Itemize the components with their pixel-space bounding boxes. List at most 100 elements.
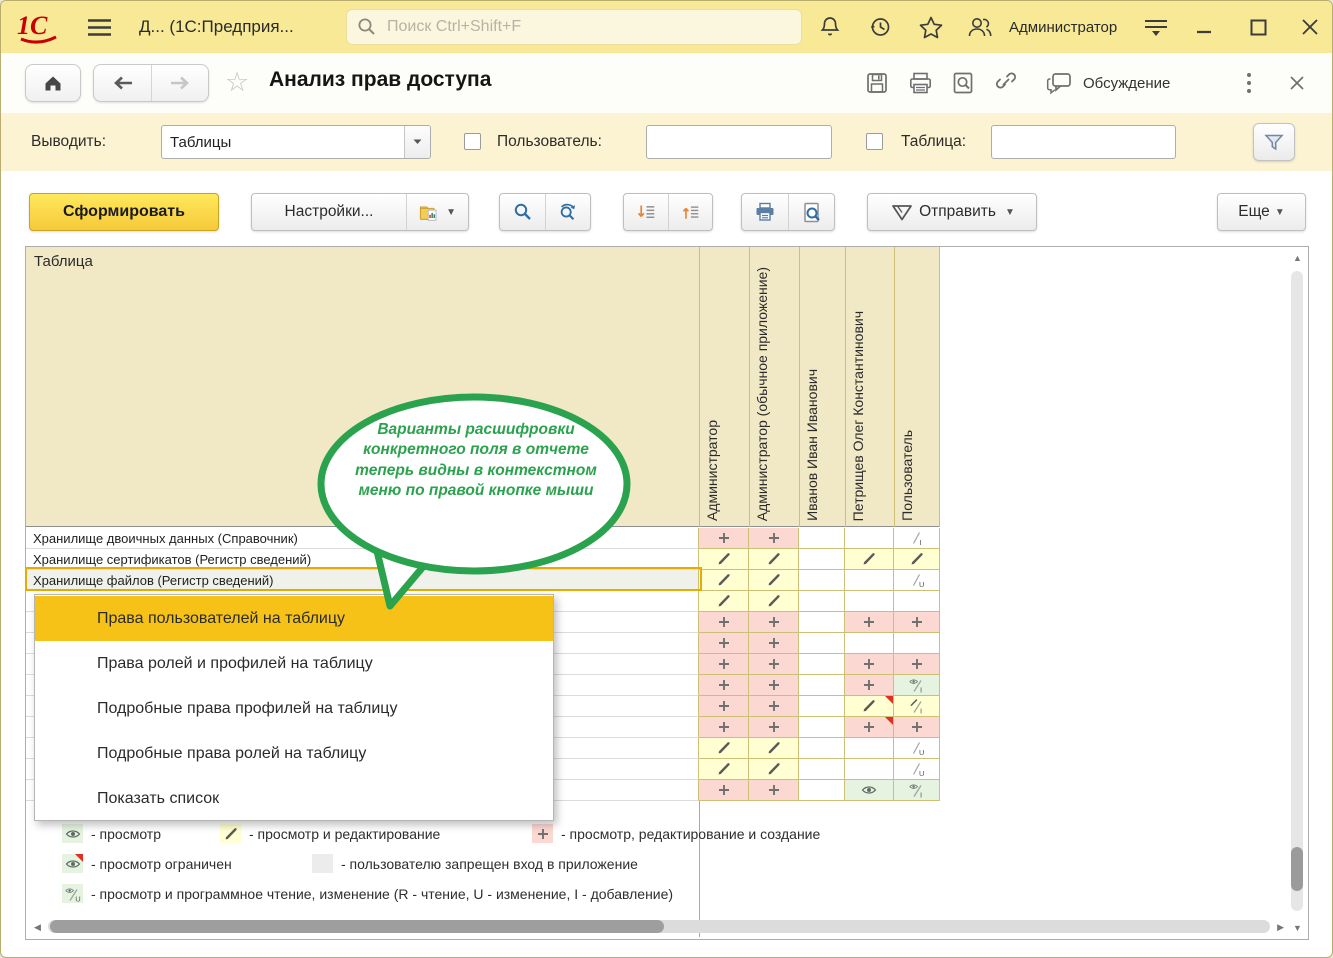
report-variants-button[interactable]: ▼ <box>406 194 468 230</box>
access-cell[interactable] <box>699 570 749 591</box>
context-menu-item[interactable]: Подробные права ролей на таблицу <box>35 731 553 776</box>
access-cell[interactable] <box>799 780 845 801</box>
access-cell[interactable]: I <box>894 696 940 717</box>
access-cell[interactable] <box>799 591 845 612</box>
access-cell[interactable] <box>749 675 799 696</box>
access-cell[interactable]: U <box>894 759 940 780</box>
access-cell[interactable] <box>799 528 845 549</box>
context-menu-item[interactable]: Права пользователей на таблицу <box>35 596 553 641</box>
access-cell[interactable] <box>845 633 894 654</box>
access-cell[interactable] <box>894 591 940 612</box>
row-name-cell[interactable]: Хранилище сертификатов (Регистр сведений… <box>26 549 699 570</box>
context-menu-item[interactable]: Права ролей и профилей на таблицу <box>35 641 553 686</box>
access-cell[interactable]: U <box>894 738 940 759</box>
horizontal-scroll-thumb[interactable] <box>50 920 664 933</box>
output-select-arrow[interactable] <box>404 126 430 158</box>
access-cell[interactable] <box>845 696 894 717</box>
access-cell[interactable] <box>749 570 799 591</box>
users-icon[interactable] <box>963 1 997 53</box>
column-header[interactable]: Администратор (обычное приложение) <box>749 247 799 527</box>
access-cell[interactable]: U <box>894 570 940 591</box>
table-filter-input[interactable] <box>992 126 1176 158</box>
column-header[interactable]: Администратор <box>699 247 749 527</box>
access-cell[interactable] <box>845 528 894 549</box>
generate-button[interactable]: Сформировать <box>29 193 219 231</box>
user-filter-checkbox[interactable] <box>464 133 481 150</box>
maximize-button[interactable] <box>1241 1 1275 53</box>
favorites-star-icon[interactable] <box>914 1 948 53</box>
favorite-star-icon[interactable]: ☆ <box>225 67 249 98</box>
context-menu-item[interactable]: Подробные права профилей на таблицу <box>35 686 553 731</box>
access-cell[interactable] <box>799 717 845 738</box>
get-link-button[interactable] <box>988 65 1024 101</box>
settings-button[interactable]: Настройки... <box>252 194 406 230</box>
access-cell[interactable] <box>845 780 894 801</box>
scroll-right-arrow-icon[interactable]: ▶ <box>1277 922 1284 933</box>
access-cell[interactable]: I <box>894 675 940 696</box>
save-button[interactable] <box>859 65 895 101</box>
access-cell[interactable]: I <box>894 780 940 801</box>
access-cell[interactable] <box>894 549 940 570</box>
back-button[interactable] <box>94 65 151 101</box>
access-cell[interactable] <box>749 780 799 801</box>
notifications-bell-icon[interactable] <box>813 1 847 53</box>
access-cell[interactable] <box>845 612 894 633</box>
access-cell[interactable] <box>699 633 749 654</box>
user-filter-input[interactable] <box>647 126 832 158</box>
print-button[interactable] <box>902 65 938 101</box>
access-cell[interactable] <box>845 549 894 570</box>
home-button[interactable] <box>25 64 81 102</box>
access-cell[interactable] <box>845 675 894 696</box>
more-button[interactable]: Еще ▼ <box>1217 193 1306 231</box>
global-search-box[interactable] <box>346 9 802 45</box>
access-cell[interactable] <box>749 549 799 570</box>
send-button[interactable]: Отправить ▼ <box>867 193 1037 231</box>
access-cell[interactable] <box>699 549 749 570</box>
history-icon[interactable] <box>863 1 897 53</box>
access-cell[interactable] <box>845 591 894 612</box>
access-cell[interactable] <box>894 633 940 654</box>
access-cell[interactable] <box>749 738 799 759</box>
access-cell[interactable] <box>799 738 845 759</box>
access-cell[interactable] <box>799 570 845 591</box>
access-cell[interactable] <box>845 759 894 780</box>
minimize-button[interactable] <box>1187 1 1221 53</box>
access-cell[interactable] <box>799 633 845 654</box>
print-report-button[interactable] <box>742 194 788 230</box>
column-header[interactable]: Петрищев Олег Константинович <box>845 247 894 527</box>
vertical-scroll-thumb[interactable] <box>1291 847 1303 891</box>
access-cell[interactable] <box>894 654 940 675</box>
access-cell[interactable] <box>749 759 799 780</box>
current-user-label[interactable]: Администратор <box>1009 1 1117 53</box>
access-cell[interactable] <box>699 528 749 549</box>
access-cell[interactable] <box>699 780 749 801</box>
print-preview-button[interactable] <box>788 194 834 230</box>
global-search-input[interactable] <box>385 17 791 37</box>
kebab-menu-button[interactable] <box>1231 65 1267 101</box>
access-cell[interactable] <box>894 612 940 633</box>
access-cell[interactable] <box>799 675 845 696</box>
access-cell[interactable] <box>749 528 799 549</box>
context-menu-item[interactable]: Показать список <box>35 776 553 821</box>
sort-descending-button[interactable] <box>624 194 668 230</box>
access-cell[interactable] <box>699 654 749 675</box>
access-cell[interactable] <box>749 633 799 654</box>
service-menu-icon[interactable] <box>1139 1 1173 53</box>
access-cell[interactable] <box>845 738 894 759</box>
close-window-button[interactable] <box>1293 1 1327 53</box>
access-cell[interactable] <box>699 717 749 738</box>
column-header[interactable]: Иванов Иван Иванович <box>799 247 845 527</box>
access-cell[interactable] <box>799 612 845 633</box>
output-select[interactable]: Таблицы <box>161 125 431 159</box>
vertical-scroll-track[interactable] <box>1291 271 1303 911</box>
vertical-scrollbar[interactable]: ▲ ▼ <box>1288 249 1306 937</box>
scroll-up-arrow-icon[interactable]: ▲ <box>1293 253 1302 263</box>
scroll-down-arrow-icon[interactable]: ▼ <box>1293 923 1302 933</box>
access-cell[interactable] <box>749 612 799 633</box>
access-cell[interactable] <box>699 738 749 759</box>
close-form-button[interactable] <box>1279 65 1315 101</box>
filter-settings-button[interactable] <box>1253 123 1295 161</box>
access-cell[interactable] <box>845 570 894 591</box>
row-name-cell[interactable]: Хранилище файлов (Регистр сведений) <box>26 570 699 591</box>
access-cell[interactable] <box>699 759 749 780</box>
